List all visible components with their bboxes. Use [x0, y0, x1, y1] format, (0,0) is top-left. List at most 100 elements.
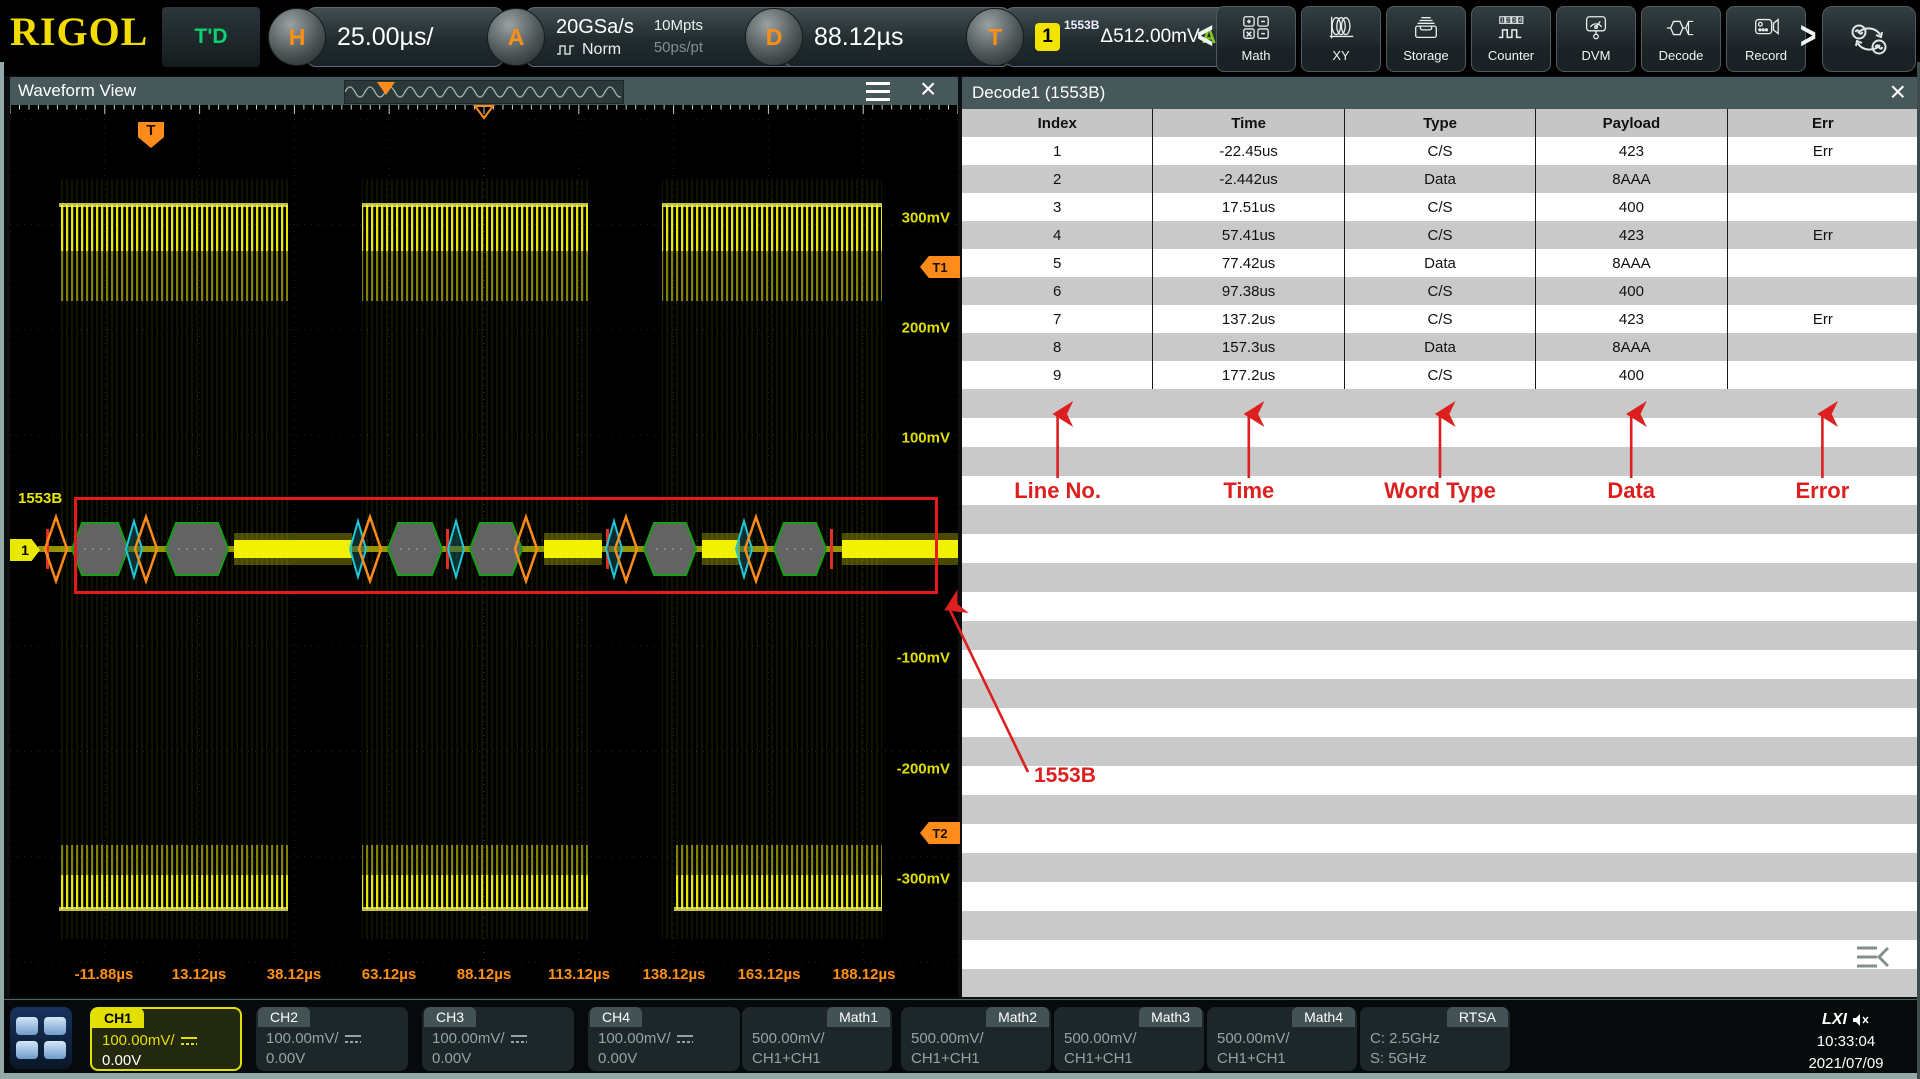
- math-block-math2[interactable]: Math2500.00mV/CH1+CH1: [901, 1007, 1051, 1071]
- math-tab: Math3: [1139, 1007, 1202, 1027]
- waveform-menu-icon[interactable]: [866, 82, 890, 101]
- table-cell: C/S: [1345, 305, 1536, 333]
- math-values: 500.00mV/CH1+CH1: [911, 1029, 984, 1070]
- channel-offset: 0.00V: [102, 1051, 197, 1071]
- square-wave-icon: [556, 44, 576, 56]
- math-icon: [1241, 15, 1271, 46]
- rtsa-block[interactable]: RTSAC: 2.5GHzS: 5GHz: [1360, 1007, 1510, 1071]
- channel-values: 100.00mV/0.00V: [266, 1029, 361, 1070]
- memory-depth: 10Mpts: [654, 15, 703, 37]
- horizontal-knob-button[interactable]: H: [268, 8, 326, 66]
- auto-setup-button[interactable]: [1822, 6, 1916, 72]
- timebase-value-panel[interactable]: 25.00µs/: [306, 7, 504, 67]
- time-label: 188.12µs: [833, 966, 896, 983]
- table-cell: -2.442us: [1153, 165, 1344, 193]
- speaker-muted-icon: [1852, 1013, 1870, 1027]
- dvm-icon: [1581, 15, 1611, 46]
- bezel-bottom: [0, 1073, 1920, 1079]
- voltage-label: 100mV: [902, 430, 950, 447]
- channel-scale: 100.00mV/: [266, 1029, 361, 1049]
- table-cell: 9: [962, 361, 1153, 389]
- toolbar-button-label: Decode: [1659, 48, 1704, 63]
- delay-knob-button[interactable]: D: [745, 8, 803, 66]
- toolbar-button-label: Record: [1745, 48, 1787, 63]
- voltage-label: -100mV: [897, 650, 950, 667]
- toolbar-scroll-right[interactable]: >: [1800, 14, 1816, 59]
- table-cell: 7: [962, 305, 1153, 333]
- toolbar-button-storage[interactable]: Storage: [1386, 6, 1466, 72]
- math-block-math3[interactable]: Math3500.00mV/CH1+CH1: [1054, 1007, 1204, 1071]
- math-block-math1[interactable]: Math1500.00mV/CH1+CH1: [742, 1007, 892, 1071]
- rigol-logo: RIGOL: [10, 8, 148, 55]
- background-stripe: [962, 795, 1918, 824]
- collapse-panel-icon[interactable]: [1855, 943, 1891, 976]
- column-header-payload: Payload: [1536, 109, 1727, 137]
- table-cell: [1728, 277, 1918, 305]
- channel-block-ch1[interactable]: CH1 100.00mV/0.00V: [90, 1007, 242, 1071]
- trigger-knob-button[interactable]: T: [966, 8, 1024, 66]
- background-stripe: [962, 679, 1918, 708]
- table-row[interactable]: 317.51usC/S400: [962, 193, 1918, 221]
- channel-block-ch4[interactable]: CH4100.00mV/0.00V: [588, 1007, 740, 1071]
- table-row[interactable]: 577.42usData8AAA: [962, 249, 1918, 277]
- function-toolbar: MathXYStorage1234CounterDVM Decode Record: [1216, 6, 1806, 72]
- channel-block-ch3[interactable]: CH3100.00mV/0.00V: [422, 1007, 574, 1071]
- background-stripe: [962, 737, 1918, 766]
- time-label: 63.12µs: [362, 966, 417, 983]
- sample-resolution: 50ps/pt: [654, 37, 703, 59]
- time-label: -11.88µs: [75, 966, 134, 983]
- clock-time: 10:33:04: [1786, 1031, 1906, 1053]
- channel-block-ch2[interactable]: CH2100.00mV/0.00V: [256, 1007, 408, 1071]
- math-tab: Math2: [986, 1007, 1049, 1027]
- time-label: 113.12µs: [548, 966, 610, 983]
- toolbar-button-dvm[interactable]: DVM: [1556, 6, 1636, 72]
- table-cell: 423: [1536, 137, 1727, 165]
- table-cell: -22.45us: [1153, 137, 1344, 165]
- table-cell: 400: [1536, 361, 1727, 389]
- timebase-overview-strip[interactable]: [344, 80, 624, 104]
- waveform-title: Waveform View: [18, 81, 136, 101]
- toolbar-button-decode[interactable]: Decode: [1641, 6, 1721, 72]
- table-cell: C/S: [1345, 221, 1536, 249]
- table-row[interactable]: 697.38usC/S400: [962, 277, 1918, 305]
- waveform-close-icon[interactable]: ×: [920, 74, 936, 104]
- xy-icon: [1326, 15, 1356, 46]
- table-row[interactable]: 1-22.45usC/S423Err: [962, 137, 1918, 165]
- toolbar-button-counter[interactable]: 1234Counter: [1471, 6, 1551, 72]
- channel-tab: CH4: [590, 1007, 642, 1027]
- decode-title-bar: Decode1 (1553B): [962, 77, 1918, 109]
- horizontal-timebase-group[interactable]: H 25.00µs/: [268, 6, 504, 68]
- table-cell: 1: [962, 137, 1153, 165]
- toolbar-button-xy[interactable]: XY: [1301, 6, 1381, 72]
- table-cell: Err: [1728, 305, 1918, 333]
- time-label: 13.12µs: [172, 966, 227, 983]
- time-label: 138.12µs: [643, 966, 706, 983]
- annotation-highlight-box: [74, 497, 938, 594]
- menu-grid-button[interactable]: [10, 1007, 72, 1069]
- math-block-math4[interactable]: Math4500.00mV/CH1+CH1: [1207, 1007, 1357, 1071]
- table-row[interactable]: 7137.2usC/S423Err: [962, 305, 1918, 333]
- channel-offset: 0.00V: [432, 1049, 527, 1069]
- toolbar-button-record[interactable]: Record: [1726, 6, 1806, 72]
- timebase-value: 25.00µs/: [337, 23, 433, 52]
- table-cell: 423: [1536, 305, 1727, 333]
- table-row[interactable]: 8157.3usData8AAA: [962, 333, 1918, 361]
- channel-offset: 0.00V: [598, 1049, 693, 1069]
- table-cell: 3: [962, 193, 1153, 221]
- background-stripe: [962, 389, 1918, 418]
- channel-tab: CH1: [92, 1008, 144, 1028]
- table-cell: 423: [1536, 221, 1727, 249]
- table-row[interactable]: 457.41usC/S423Err: [962, 221, 1918, 249]
- table-row[interactable]: 9177.2usC/S400: [962, 361, 1918, 389]
- acquire-knob-button[interactable]: A: [487, 8, 545, 66]
- table-row[interactable]: 2-2.442usData8AAA: [962, 165, 1918, 193]
- time-label: 38.12µs: [267, 966, 322, 983]
- math-scale: 500.00mV/: [1217, 1029, 1290, 1049]
- table-cell: Data: [1345, 165, 1536, 193]
- time-label: 163.12µs: [738, 966, 801, 983]
- decode-close-icon[interactable]: ×: [1890, 77, 1906, 107]
- overview-position-marker[interactable]: [345, 81, 621, 101]
- channel-values: 100.00mV/0.00V: [102, 1031, 197, 1072]
- toolbar-scroll-left[interactable]: <: [1197, 14, 1213, 59]
- toolbar-button-math[interactable]: Math: [1216, 6, 1296, 72]
